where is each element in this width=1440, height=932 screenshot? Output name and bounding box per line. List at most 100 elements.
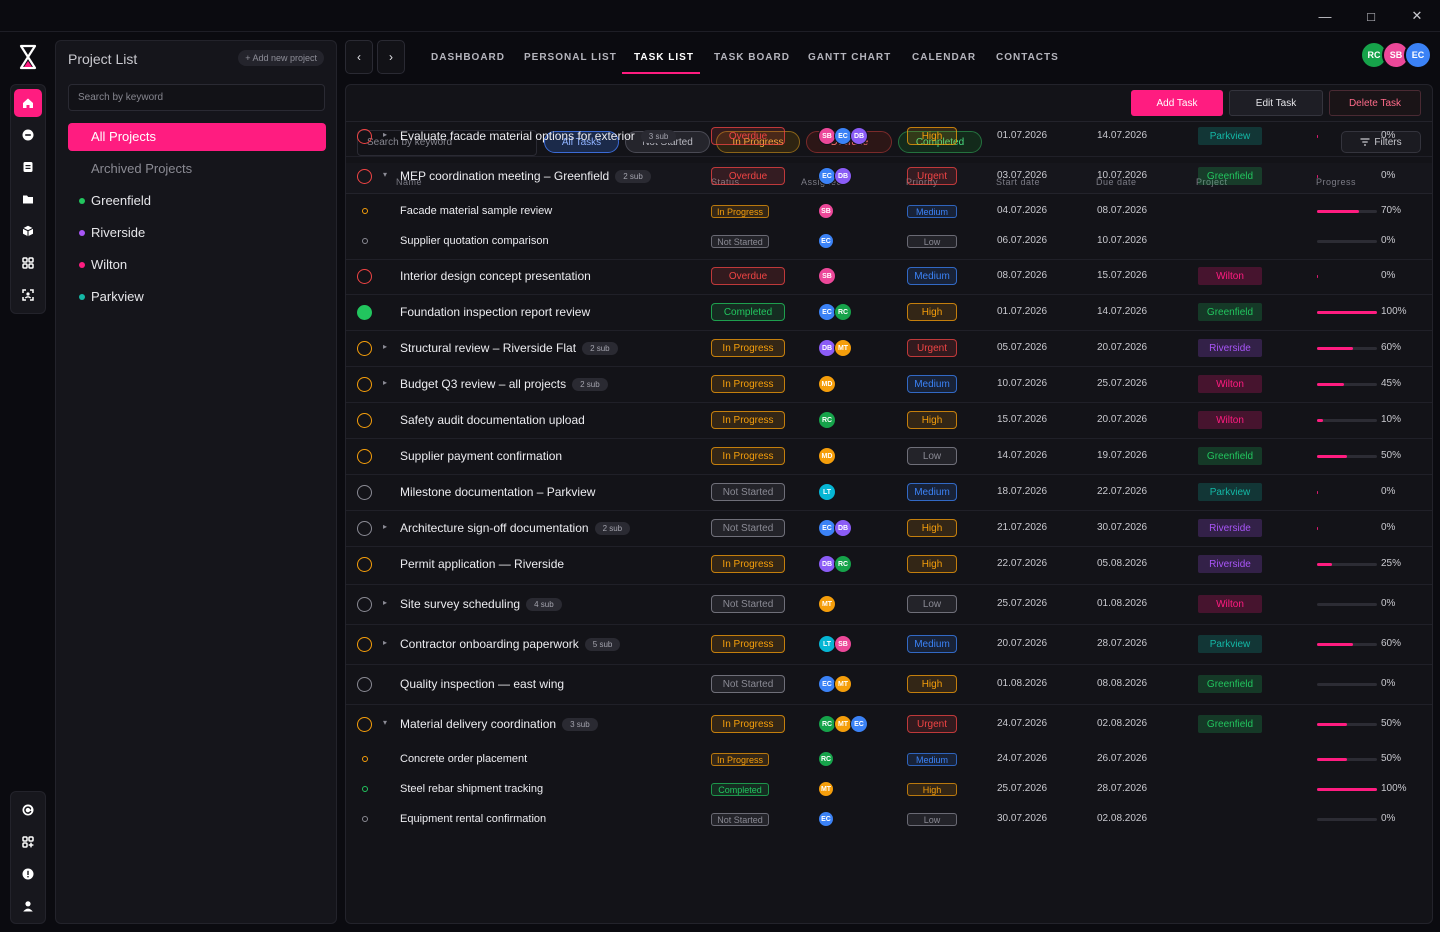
status-circle[interactable]	[357, 341, 372, 356]
project-tag[interactable]: Wilton	[1198, 375, 1262, 393]
assignee-avatar[interactable]: LT	[818, 483, 836, 501]
status-circle[interactable]	[357, 717, 372, 732]
expand-caret-icon[interactable]: ▸	[383, 638, 387, 647]
delete-task-button[interactable]: Delete Task	[1329, 90, 1421, 116]
project-search-input[interactable]: Search by keyword	[68, 84, 325, 111]
project-tag[interactable]: Wilton	[1198, 595, 1262, 613]
assignee-avatar[interactable]: EC	[818, 233, 834, 249]
subtask-count-badge[interactable]: 3 sub	[562, 718, 598, 731]
task-name[interactable]: Safety audit documentation upload	[400, 413, 585, 427]
alert-icon[interactable]	[14, 860, 42, 888]
document-icon[interactable]	[14, 153, 42, 181]
assignee-avatar[interactable]: MT	[818, 595, 836, 613]
expand-caret-icon[interactable]: ▸	[383, 342, 387, 351]
assignee-avatar[interactable]: SB	[818, 203, 834, 219]
status-circle[interactable]	[357, 449, 372, 464]
status-circle[interactable]	[357, 269, 372, 284]
assignee-avatar[interactable]: DB	[850, 127, 868, 145]
task-name[interactable]: Supplier payment confirmation	[400, 449, 562, 463]
project-tag[interactable]: Parkview	[1198, 635, 1262, 653]
grid-icon[interactable]	[14, 249, 42, 277]
tab-personal-list[interactable]: PERSONAL LIST	[524, 52, 617, 63]
subtask-count-badge[interactable]: 5 sub	[584, 638, 621, 651]
task-name[interactable]: Evaluate facade material options for ext…	[400, 129, 677, 143]
assignee-avatar[interactable]: MD	[818, 447, 836, 465]
assignee-avatar[interactable]: DB	[834, 519, 852, 537]
project-tag[interactable]: Greenfield	[1198, 447, 1262, 465]
refresh-icon[interactable]	[14, 796, 42, 824]
close-icon[interactable]: ✕	[1394, 0, 1440, 32]
folder-icon[interactable]	[14, 185, 42, 213]
sidebar-item-archived-projects[interactable]: Archived Projects	[68, 155, 326, 183]
assignee-avatar[interactable]: MT	[818, 781, 834, 797]
task-name[interactable]: Contractor onboarding paperwork 5 sub	[400, 637, 621, 651]
assignee-avatar[interactable]: SB	[818, 267, 836, 285]
assignee-avatar[interactable]: EC	[818, 811, 834, 827]
task-name[interactable]: Concrete order placement	[400, 753, 527, 765]
tab-contacts[interactable]: CONTACTS	[996, 52, 1059, 63]
task-name[interactable]: Supplier quotation comparison	[400, 235, 549, 247]
project-tag[interactable]: Parkview	[1198, 127, 1262, 145]
assignee-avatar[interactable]: MT	[834, 339, 852, 357]
assignee-avatar[interactable]: DB	[834, 167, 852, 185]
project-tag[interactable]: Greenfield	[1198, 167, 1262, 185]
project-tag[interactable]: Riverside	[1198, 519, 1262, 537]
subtask-count-badge[interactable]: 2 sub	[615, 170, 651, 183]
status-circle[interactable]	[357, 485, 372, 500]
task-name[interactable]: Site survey scheduling 4 sub	[400, 597, 562, 611]
sidebar-item-all-projects[interactable]: All Projects	[68, 123, 326, 151]
status-circle[interactable]	[357, 521, 372, 536]
status-circle[interactable]	[357, 129, 372, 144]
task-name[interactable]: Permit application — Riverside	[400, 557, 564, 571]
task-name[interactable]: MEP coordination meeting – Greenfield 2 s…	[400, 169, 651, 183]
box-icon[interactable]	[14, 217, 42, 245]
tab-calendar[interactable]: CALENDAR	[912, 52, 976, 63]
project-tag[interactable]: Wilton	[1198, 267, 1262, 285]
sidebar-item-wilton[interactable]: Wilton	[68, 251, 326, 279]
task-name[interactable]: Structural review – Riverside Flat 2 sub	[400, 341, 618, 355]
expand-caret-icon[interactable]: ▸	[383, 130, 387, 139]
add-project-button[interactable]: + Add new project	[238, 50, 324, 66]
status-circle[interactable]	[357, 597, 372, 612]
assignee-avatar[interactable]: MD	[818, 375, 836, 393]
collapse-caret-icon[interactable]: ▾	[383, 170, 387, 179]
nav-back-button[interactable]: ‹	[345, 40, 373, 74]
task-name[interactable]: Quality inspection — east wing	[400, 677, 564, 691]
task-name[interactable]: Facade material sample review	[400, 205, 552, 217]
task-name[interactable]: Budget Q3 review – all projects 2 sub	[400, 377, 608, 391]
tab-task-board[interactable]: TASK BOARD	[714, 52, 790, 63]
status-circle[interactable]	[357, 169, 372, 184]
expand-caret-icon[interactable]: ▸	[383, 378, 387, 387]
add-task-button[interactable]: Add Task	[1131, 90, 1223, 116]
project-tag[interactable]: Greenfield	[1198, 675, 1262, 693]
sidebar-item-greenfield[interactable]: Greenfield	[68, 187, 326, 215]
apps-add-icon[interactable]	[14, 828, 42, 856]
maximize-icon[interactable]: □	[1348, 0, 1394, 32]
subtask-count-badge[interactable]: 4 sub	[526, 598, 562, 611]
assignee-avatar[interactable]: SB	[834, 635, 852, 653]
user-icon[interactable]	[14, 892, 42, 920]
sidebar-item-riverside[interactable]: Riverside	[68, 219, 326, 247]
status-circle[interactable]	[357, 557, 372, 572]
project-tag[interactable]: Parkview	[1198, 483, 1262, 501]
scan-icon[interactable]	[14, 281, 42, 309]
assignee-avatar[interactable]: MT	[834, 675, 852, 693]
assignee-avatar[interactable]: RC	[834, 555, 852, 573]
tab-gantt-chart[interactable]: GANTT CHART	[808, 52, 891, 63]
project-tag[interactable]: Greenfield	[1198, 715, 1262, 733]
task-name[interactable]: Equipment rental confirmation	[400, 813, 546, 825]
tab-task-list[interactable]: TASK LIST	[634, 52, 694, 63]
task-name[interactable]: Material delivery coordination 3 sub	[400, 717, 598, 731]
project-tag[interactable]: Greenfield	[1198, 303, 1262, 321]
assignee-avatar[interactable]: EC	[850, 715, 868, 733]
task-name[interactable]: Foundation inspection report review	[400, 305, 590, 319]
avatar[interactable]: EC	[1404, 41, 1432, 69]
minimize-icon[interactable]: —	[1302, 0, 1348, 32]
chat-icon[interactable]	[14, 121, 42, 149]
tab-dashboard[interactable]: DASHBOARD	[431, 52, 505, 63]
task-name[interactable]: Milestone documentation – Parkview	[400, 485, 595, 499]
task-name[interactable]: Architecture sign-off documentation 2 sub	[400, 521, 631, 535]
project-tag[interactable]: Wilton	[1198, 411, 1262, 429]
subtask-count-badge[interactable]: 2 sub	[594, 522, 631, 535]
assignee-avatar[interactable]: RC	[834, 303, 852, 321]
